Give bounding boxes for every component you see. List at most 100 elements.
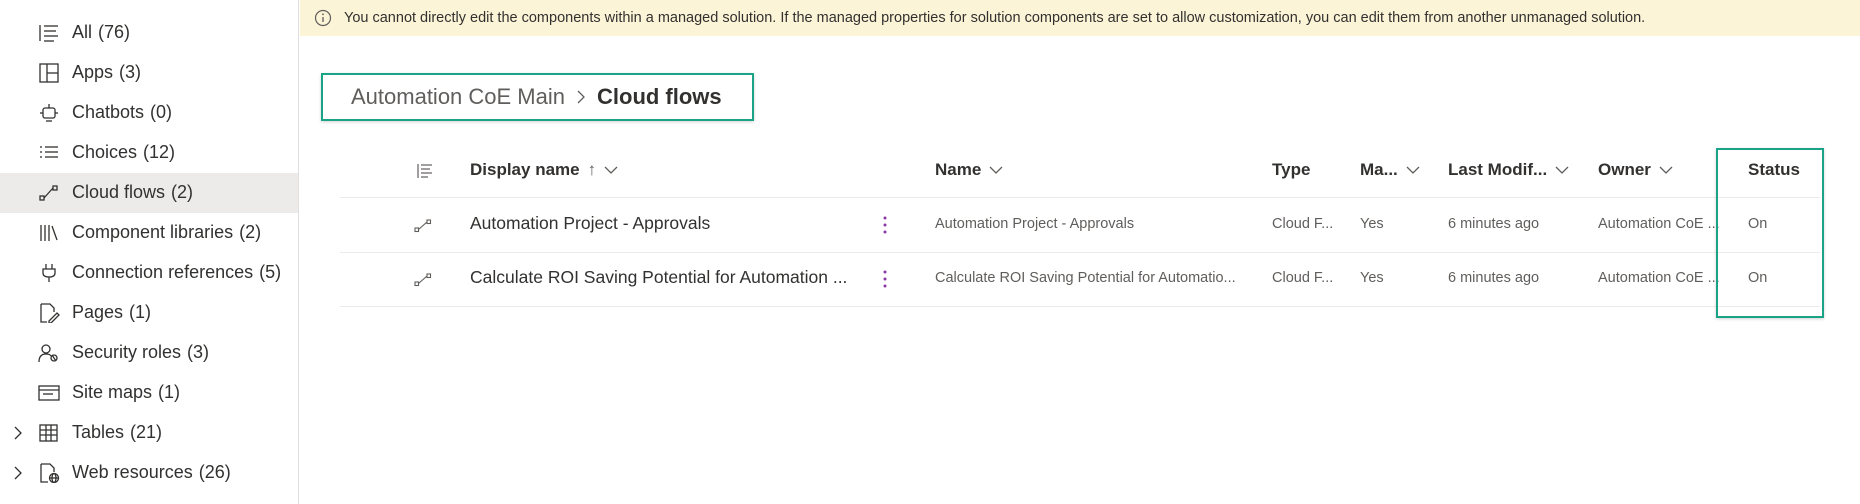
cell-status: On <box>1748 216 1768 232</box>
sidebar-item-count: (5) <box>259 262 282 282</box>
column-label: Status <box>1748 160 1800 179</box>
cell-last-modified: 6 minutes ago <box>1448 216 1540 232</box>
column-label: Last Modif... <box>1448 160 1548 179</box>
breadcrumb: Automation CoE Main Cloud flows <box>321 73 754 121</box>
banner-message: You cannot directly edit the components … <box>344 10 1646 26</box>
cell-type: Cloud F... <box>1272 216 1334 232</box>
sidebar-item-label: Web resources <box>72 462 193 482</box>
column-label: Name <box>935 160 982 179</box>
sidebar-item-label: Component libraries <box>72 222 234 242</box>
sidebar-item-count: (3) <box>187 342 210 362</box>
sidebar-item-site-maps[interactable]: Site maps (1) <box>0 373 298 413</box>
breadcrumb-current: Cloud flows <box>597 84 722 109</box>
sidebar-item-count: (1) <box>129 302 152 322</box>
choices-icon <box>40 146 58 158</box>
column-header-type[interactable]: Type <box>1272 160 1310 180</box>
sidebar-item-component-libraries[interactable]: Component libraries (2) <box>0 213 298 253</box>
people-icon <box>38 344 58 363</box>
chevron-right-icon[interactable] <box>10 425 26 441</box>
info-icon <box>314 9 332 27</box>
cell-display-name[interactable]: Automation Project - Approvals <box>470 213 710 234</box>
sidebar-item-count: (2) <box>239 222 262 242</box>
grid-header: Display name ↑ Name Type Ma... Last Modi… <box>340 146 1820 198</box>
sidebar-item-all[interactable]: All (76) <box>0 13 298 53</box>
column-label: Type <box>1272 160 1311 179</box>
sitemap-icon <box>38 385 60 401</box>
sidebar-item-cloud-flows[interactable]: Cloud flows (2) <box>0 173 298 213</box>
sidebar-item-label: All <box>72 22 93 42</box>
column-header-display-name[interactable]: Display name ↑ <box>470 160 618 180</box>
page-edit-icon <box>40 303 60 323</box>
sidebar-item-label: Connection references <box>72 262 254 282</box>
cell-name: Calculate ROI Saving Potential for Autom… <box>935 270 1236 286</box>
cell-name: Automation Project - Approvals <box>935 216 1135 232</box>
library-icon <box>40 225 58 241</box>
sidebar-item-label: Choices <box>72 142 138 162</box>
sidebar-item-label: Cloud flows <box>72 182 166 202</box>
sidebar-item-security-roles[interactable]: Security roles (3) <box>0 333 298 373</box>
cell-managed: Yes <box>1360 270 1384 286</box>
sidebar-item-count: (21) <box>130 422 163 442</box>
breadcrumb-parent-link[interactable]: Automation CoE Main <box>351 84 565 110</box>
sidebar-item-label: Security roles <box>72 342 182 362</box>
table-row[interactable]: Calculate ROI Saving Potential for Autom… <box>340 253 1820 307</box>
sidebar-item-count: (76) <box>98 22 131 42</box>
sidebar-item-tables[interactable]: Tables (21) <box>0 413 298 453</box>
sidebar-item-pages[interactable]: Pages (1) <box>0 293 298 333</box>
column-header-name[interactable]: Name <box>935 160 1003 180</box>
sidebar-item-count: (3) <box>119 62 142 82</box>
app-icon <box>39 63 59 83</box>
cell-managed: Yes <box>1360 216 1384 232</box>
column-header-managed[interactable]: Ma... <box>1360 160 1420 180</box>
cell-display-name[interactable]: Calculate ROI Saving Potential for Autom… <box>470 267 847 288</box>
sidebar-item-label: Chatbots <box>72 102 145 122</box>
chevron-down-icon <box>989 166 1003 174</box>
list-options-icon[interactable] <box>416 162 434 180</box>
managed-solution-info-banner: You cannot directly edit the components … <box>300 0 1860 36</box>
sidebar-item-label: Tables <box>72 422 125 442</box>
cell-status: On <box>1748 270 1768 286</box>
list-icon <box>39 25 58 42</box>
column-header-last-modified[interactable]: Last Modif... <box>1448 160 1569 180</box>
cell-owner: Automation CoE ... <box>1598 216 1720 232</box>
solution-object-nav: All (76) Apps (3) Chatbots (0) Choices (12) … <box>0 0 299 504</box>
more-options-icon[interactable] <box>882 267 888 291</box>
sidebar-item-count: (1) <box>158 382 181 402</box>
sidebar-item-count: (2) <box>171 182 194 202</box>
chevron-down-icon <box>1406 166 1420 174</box>
column-label: Owner <box>1598 160 1651 179</box>
bot-icon <box>40 104 58 122</box>
plug-icon <box>42 264 56 282</box>
sort-ascending-icon: ↑ <box>587 160 597 179</box>
column-header-owner[interactable]: Owner <box>1598 160 1673 180</box>
chevron-right-icon[interactable] <box>10 465 26 481</box>
column-header-status[interactable]: Status <box>1748 160 1800 180</box>
column-label: Ma... <box>1360 160 1398 179</box>
cell-last-modified: 6 minutes ago <box>1448 270 1540 286</box>
sidebar-item-apps[interactable]: Apps (3) <box>0 53 298 93</box>
flow-icon <box>39 185 58 201</box>
flow-icon <box>414 219 432 233</box>
sidebar-item-label: Apps <box>72 62 114 82</box>
sidebar-item-count: (26) <box>198 462 231 482</box>
sidebar-item-choices[interactable]: Choices (12) <box>0 133 298 173</box>
chevron-down-icon <box>1555 166 1569 174</box>
chevron-down-icon <box>1659 166 1673 174</box>
chevron-right-icon <box>577 90 585 104</box>
table-row[interactable]: Automation Project - Approvals Automatio… <box>340 199 1820 253</box>
sidebar-item-count: (0) <box>150 102 173 122</box>
sidebar-item-label: Site maps <box>72 382 153 402</box>
cell-type: Cloud F... <box>1272 270 1334 286</box>
web-resource-icon <box>40 463 60 483</box>
sidebar-item-chatbots[interactable]: Chatbots (0) <box>0 93 298 133</box>
chevron-down-icon <box>604 166 618 174</box>
more-options-icon[interactable] <box>882 213 888 237</box>
sidebar-item-label: Pages <box>72 302 124 322</box>
sidebar-item-connection-references[interactable]: Connection references (5) <box>0 253 298 293</box>
table-icon <box>39 424 58 442</box>
column-label: Display name <box>470 160 580 179</box>
sidebar-item-web-resources[interactable]: Web resources (26) <box>0 453 298 493</box>
flow-icon <box>414 273 432 287</box>
sidebar-item-count: (12) <box>143 142 176 162</box>
cell-owner: Automation CoE ... <box>1598 270 1720 286</box>
